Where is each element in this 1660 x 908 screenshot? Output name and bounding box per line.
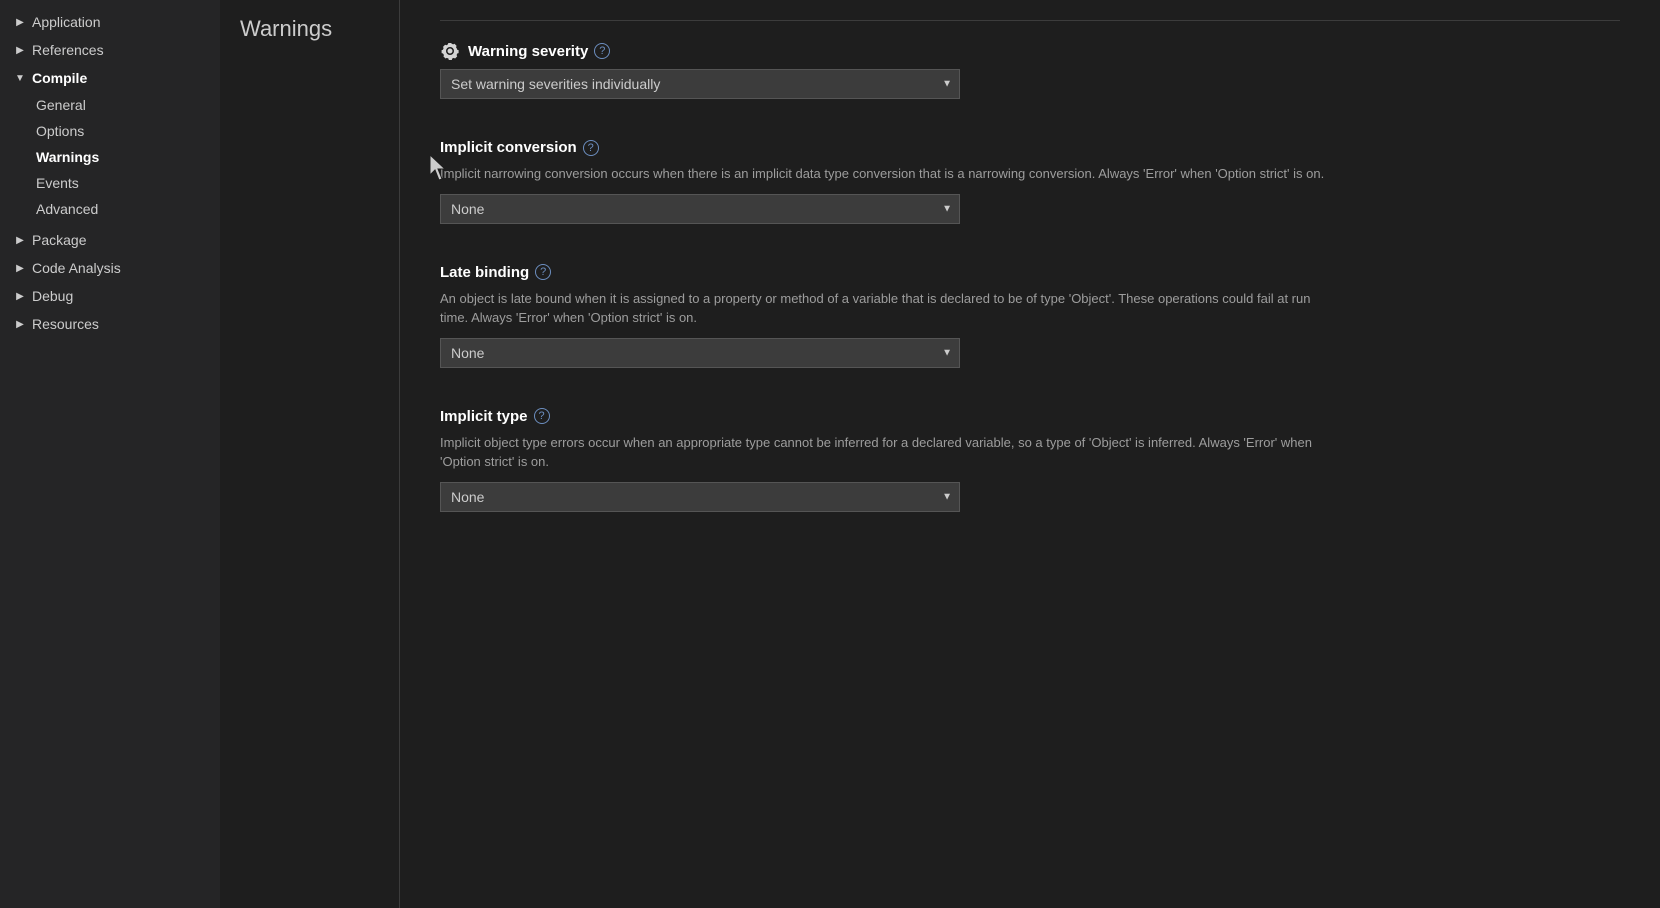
implicit-conversion-title: Implicit conversion — [440, 139, 577, 156]
sidebar-item-label: Package — [32, 232, 86, 248]
sidebar-item-label: Application — [32, 14, 101, 30]
chevron-right-icon: ▶ — [12, 260, 28, 276]
chevron-down-icon: ▼ — [12, 70, 28, 86]
late-binding-section: Late binding ? An object is late bound w… — [440, 264, 1620, 368]
implicit-type-description: Implicit object type errors occur when a… — [440, 433, 1340, 472]
late-binding-title: Late binding — [440, 264, 529, 281]
main-content: Warning severity ? Set warning severitie… — [400, 0, 1660, 908]
sidebar-item-label: Resources — [32, 316, 99, 332]
top-divider — [440, 20, 1620, 21]
warning-severity-title: Warning severity — [468, 43, 588, 60]
warning-severity-dropdown[interactable]: Set warning severities individuallyNoneW… — [440, 69, 960, 99]
sidebar-child-label: Options — [36, 123, 84, 139]
sidebar-item-label: Compile — [32, 70, 87, 86]
sidebar-item-label: Debug — [32, 288, 73, 304]
sidebar-item-package[interactable]: ▶ Package — [0, 226, 220, 254]
sidebar-item-code-analysis[interactable]: ▶ Code Analysis — [0, 254, 220, 282]
warning-severity-dropdown-wrapper: Set warning severities individuallyNoneW… — [440, 69, 960, 99]
warning-severity-section: Warning severity ? Set warning severitie… — [440, 41, 1620, 99]
sidebar-child-options[interactable]: Options — [0, 118, 220, 144]
warning-severity-help-icon[interactable]: ? — [594, 43, 610, 59]
implicit-type-section: Implicit type ? Implicit object type err… — [440, 408, 1620, 512]
sidebar-item-compile[interactable]: ▼ Compile — [0, 64, 220, 92]
implicit-type-title: Implicit type — [440, 408, 528, 425]
late-binding-help-icon[interactable]: ? — [535, 264, 551, 280]
chevron-right-icon: ▶ — [12, 316, 28, 332]
chevron-right-icon: ▶ — [12, 288, 28, 304]
sidebar-child-label: General — [36, 97, 86, 113]
implicit-conversion-dropdown[interactable]: NoneWarningError — [440, 194, 960, 224]
late-binding-description: An object is late bound when it is assig… — [440, 289, 1340, 328]
chevron-right-icon: ▶ — [12, 232, 28, 248]
late-binding-dropdown-wrapper: NoneWarningError ▼ — [440, 338, 960, 368]
implicit-type-dropdown-wrapper: NoneWarningError ▼ — [440, 482, 960, 512]
late-binding-header: Late binding ? — [440, 264, 1620, 281]
sidebar-item-resources[interactable]: ▶ Resources — [0, 310, 220, 338]
sidebar-child-label: Warnings — [36, 149, 99, 165]
warning-severity-header: Warning severity ? — [440, 41, 1620, 61]
sidebar-child-events[interactable]: Events — [0, 170, 220, 196]
sidebar-child-label: Events — [36, 175, 79, 191]
sidebar-item-debug[interactable]: ▶ Debug — [0, 282, 220, 310]
late-binding-dropdown[interactable]: NoneWarningError — [440, 338, 960, 368]
gear-icon — [440, 41, 460, 61]
implicit-conversion-help-icon[interactable]: ? — [583, 140, 599, 156]
implicit-type-help-icon[interactable]: ? — [534, 408, 550, 424]
sidebar-item-label: References — [32, 42, 104, 58]
sidebar-item-label: Code Analysis — [32, 260, 121, 276]
chevron-right-icon: ▶ — [12, 42, 28, 58]
sidebar-child-general[interactable]: General — [0, 92, 220, 118]
implicit-type-header: Implicit type ? — [440, 408, 1620, 425]
implicit-conversion-description: Implicit narrowing conversion occurs whe… — [440, 164, 1340, 184]
chevron-right-icon: ▶ — [12, 14, 28, 30]
sidebar-item-references[interactable]: ▶ References — [0, 36, 220, 64]
sidebar: ▶ Application ▶ References ▼ Compile Gen… — [0, 0, 220, 908]
sidebar-item-application[interactable]: ▶ Application — [0, 8, 220, 36]
implicit-conversion-section: Implicit conversion ? Implicit narrowing… — [440, 139, 1620, 224]
page-title: Warnings — [240, 16, 379, 42]
sidebar-child-warnings[interactable]: Warnings — [0, 144, 220, 170]
implicit-type-dropdown[interactable]: NoneWarningError — [440, 482, 960, 512]
sidebar-child-label: Advanced — [36, 201, 98, 217]
sidebar-child-advanced[interactable]: Advanced — [0, 196, 220, 222]
implicit-conversion-dropdown-wrapper: NoneWarningError ▼ — [440, 194, 960, 224]
page-title-area: Warnings — [220, 0, 400, 908]
implicit-conversion-header: Implicit conversion ? — [440, 139, 1620, 156]
